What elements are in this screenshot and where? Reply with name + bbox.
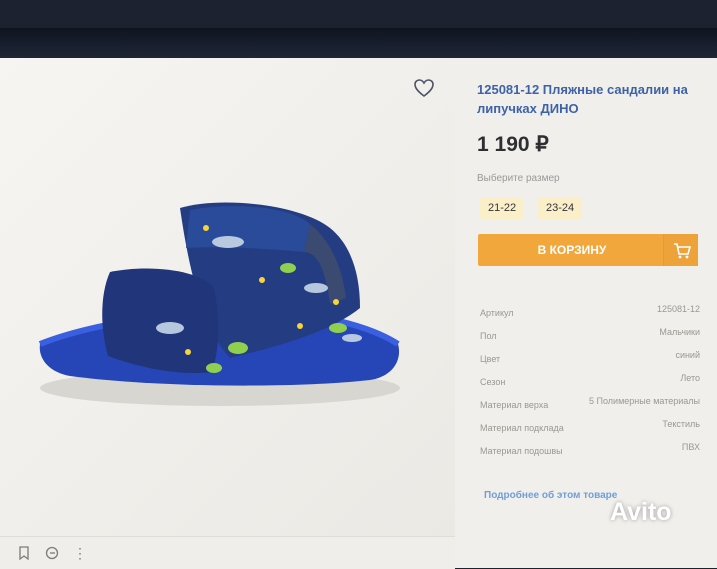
size-label: Выберите размер — [477, 173, 560, 184]
spec-row: Материал верха 5 Полимерные материалы — [480, 394, 700, 417]
cart-button-label: В КОРЗИНУ — [537, 243, 607, 257]
product-title: 125081-12 Пляжные сандалии на липучках Д… — [477, 82, 688, 116]
spec-value: 5 Полимерные материалы — [589, 396, 700, 406]
spec-value: ПВХ — [681, 442, 700, 452]
product-card: ⋮ 125081-12 Пляжные сандалии на липучках… — [0, 58, 717, 569]
share-icon[interactable] — [44, 545, 60, 561]
favorite-button[interactable] — [412, 76, 436, 100]
product-photo — [0, 58, 455, 536]
spec-row: Пол Мальчики — [480, 325, 700, 348]
specs-list: Артикул 125081-12 Пол Мальчики Цвет сини… — [480, 302, 700, 463]
spec-key: Пол — [480, 331, 497, 341]
spec-row: Материал подклада Текстиль — [480, 417, 700, 440]
spec-row: Цвет синий — [480, 348, 700, 371]
size-option[interactable]: 23-24 — [538, 197, 583, 219]
heart-icon — [414, 79, 434, 98]
spec-key: Сезон — [480, 377, 506, 387]
cart-icon — [663, 234, 698, 266]
product-info-panel: 125081-12 Пляжные сандалии на липучках Д… — [455, 58, 717, 568]
spec-key: Артикул — [480, 308, 514, 318]
bookmark-icon[interactable] — [16, 545, 32, 561]
more-info-link[interactable]: Подробнее об этом товаре — [484, 490, 617, 501]
photo-toolbar: ⋮ — [0, 536, 455, 569]
spec-value: Текстиль — [662, 419, 700, 429]
add-to-cart-button[interactable]: В КОРЗИНУ — [478, 234, 698, 266]
spec-value: синий — [675, 350, 700, 360]
product-price: 1 190 ₽ — [477, 133, 549, 156]
more-icon[interactable]: ⋮ — [72, 545, 88, 561]
spec-row: Сезон Лето — [480, 371, 700, 394]
monitor-screen: ⋮ 125081-12 Пляжные сандалии на липучках… — [0, 28, 717, 569]
size-option[interactable]: 21-22 — [480, 197, 525, 219]
spec-row: Артикул 125081-12 — [480, 302, 700, 325]
top-bar — [0, 28, 717, 58]
sandal-image — [38, 202, 400, 406]
spec-key: Материал верха — [480, 400, 549, 410]
spec-key: Материал подклада — [480, 423, 564, 433]
spec-value: Мальчики — [659, 327, 700, 337]
spec-row: Материал подошвы ПВХ — [480, 440, 700, 463]
spec-key: Материал подошвы — [480, 446, 563, 456]
spec-key: Цвет — [480, 354, 501, 364]
spec-value: Лето — [680, 373, 700, 383]
avito-watermark: Avito — [610, 498, 672, 526]
spec-value: 125081-12 — [656, 304, 700, 314]
